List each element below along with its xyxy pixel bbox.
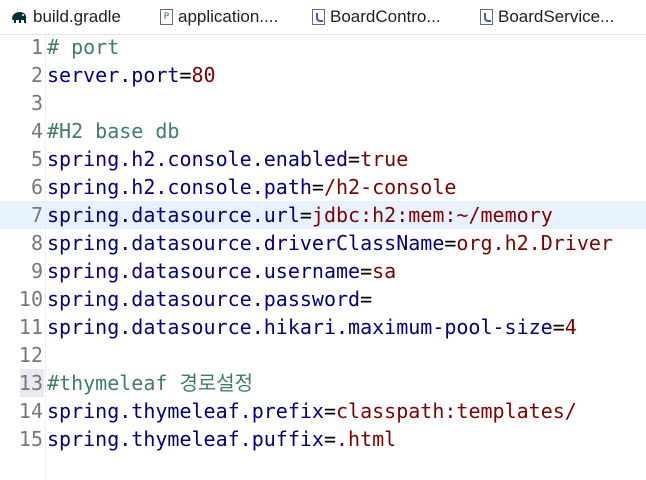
- line-number: 15: [18, 427, 43, 451]
- code-line[interactable]: 6 spring.h2.console.path=/h2-console: [0, 173, 646, 201]
- code-line[interactable]: 9 spring.datasource.username=sa: [0, 257, 646, 285]
- property-value: sa: [372, 259, 397, 283]
- comment-text: #H2 base db: [47, 119, 180, 143]
- property-value: 80: [191, 63, 216, 87]
- code-text: # port: [47, 33, 119, 61]
- line-number: 1: [30, 35, 43, 59]
- line-number: 14: [18, 399, 43, 423]
- code-text: spring.h2.console.enabled=true: [47, 145, 408, 173]
- code-line[interactable]: 8 spring.datasource.driverClassName=org.h…: [0, 229, 646, 257]
- property-value: true: [360, 147, 409, 171]
- property-key: server.port: [47, 63, 180, 87]
- code-line[interactable]: 11 spring.datasource.hikari.maximum-pool-…: [0, 313, 646, 341]
- code-text: #thymeleaf 경로설정: [47, 369, 253, 397]
- property-key: spring.datasource.hikari.maximum-pool-si…: [47, 315, 553, 339]
- line-number: 2: [30, 63, 43, 87]
- property-key: spring.h2.console.path: [47, 175, 312, 199]
- editor-tab-bar: build.gradle P application.... BoardCont…: [0, 0, 646, 35]
- code-line[interactable]: 4 #H2 base db: [0, 117, 646, 145]
- gutter-separator: [45, 35, 46, 480]
- code-text: #H2 base db: [47, 117, 179, 145]
- code-text: spring.datasource.password=: [47, 285, 372, 313]
- java-file-icon: [312, 9, 325, 25]
- code-line[interactable]: 5 spring.h2.console.enabled=true: [0, 145, 646, 173]
- tab-label: application....: [178, 7, 279, 26]
- line-number: 9: [30, 259, 43, 283]
- property-key: spring.datasource.url: [47, 203, 300, 227]
- property-key: spring.thymeleaf.puffix: [47, 427, 324, 451]
- code-text: spring.thymeleaf.prefix=classpath:templa…: [47, 397, 577, 425]
- property-key: spring.datasource.driverClassName: [47, 231, 445, 255]
- properties-file-icon: P: [160, 9, 173, 25]
- code-text: spring.thymeleaf.puffix=.html: [47, 425, 396, 453]
- equals-sign: =: [360, 287, 373, 311]
- code-line[interactable]: 13 #thymeleaf 경로설정: [0, 369, 646, 397]
- equals-sign: =: [444, 231, 457, 255]
- comment-text: # port: [47, 35, 120, 59]
- line-number: 7: [30, 203, 43, 227]
- tab-label: build.gradle: [33, 7, 121, 26]
- equals-sign: =: [311, 175, 324, 199]
- tab-build-gradle[interactable]: build.gradle: [10, 0, 121, 34]
- line-number: 10: [18, 287, 43, 311]
- code-line[interactable]: 12: [0, 341, 646, 369]
- code-line[interactable]: 2 server.port=80: [0, 61, 646, 89]
- java-file-icon: [480, 9, 493, 25]
- code-line[interactable]: 3: [0, 89, 646, 117]
- code-text: spring.datasource.hikari.maximum-pool-si…: [47, 313, 577, 341]
- line-number: 3: [30, 91, 43, 115]
- code-text: spring.datasource.driverClassName=org.h2…: [47, 229, 613, 257]
- equals-sign: =: [179, 63, 192, 87]
- code-text: spring.datasource.url=jdbc:h2:mem:~/memo…: [47, 201, 553, 229]
- code-line[interactable]: 14 spring.thymeleaf.prefix=classpath:temp…: [0, 397, 646, 425]
- equals-sign: =: [348, 147, 361, 171]
- equals-sign: =: [323, 399, 336, 423]
- tab-label: BoardService...: [498, 7, 615, 26]
- tab-application-properties[interactable]: P application....: [160, 0, 278, 34]
- tab-label: BoardContro...: [330, 7, 441, 26]
- line-number: 12: [18, 343, 43, 367]
- code-line[interactable]: 1 # port: [0, 33, 646, 61]
- line-number: 8: [30, 231, 43, 255]
- line-number: 13: [18, 371, 43, 395]
- property-key: spring.datasource.password: [47, 287, 361, 311]
- property-value: org.h2.Driver: [456, 231, 613, 255]
- gradle-elephant-icon: [12, 12, 26, 23]
- code-text: spring.h2.console.path=/h2-console: [47, 173, 456, 201]
- code-line[interactable]: 15 spring.thymeleaf.puffix=.html: [0, 425, 646, 453]
- property-value: 4: [564, 315, 577, 339]
- tab-board-controller[interactable]: BoardContro...: [312, 0, 441, 34]
- equals-sign: =: [323, 427, 336, 451]
- code-editor[interactable]: 1 # port 2 server.port=80 3 4 #H2 base db 5 spri…: [0, 35, 646, 480]
- property-value: /h2-console: [323, 175, 457, 199]
- comment-text: #thymeleaf 경로설정: [47, 371, 254, 395]
- line-number: 11: [18, 315, 43, 339]
- property-key: spring.h2.console.enabled: [47, 147, 349, 171]
- line-number: 6: [30, 175, 43, 199]
- equals-sign: =: [360, 259, 373, 283]
- tab-board-service[interactable]: BoardService...: [480, 0, 614, 34]
- equals-sign: =: [299, 203, 312, 227]
- equals-sign: =: [552, 315, 565, 339]
- code-line[interactable]: 10 spring.datasource.password=: [0, 285, 646, 313]
- property-value: classpath:templates/: [336, 399, 577, 423]
- code-line[interactable]: 7 spring.datasource.url=jdbc:h2:mem:~/mem…: [0, 201, 646, 229]
- property-key: spring.datasource.username: [47, 259, 361, 283]
- property-value: .html: [336, 427, 397, 451]
- property-key: spring.thymeleaf.prefix: [47, 399, 324, 423]
- property-value: jdbc:h2:mem:~/memory: [311, 203, 553, 227]
- code-text: server.port=80: [47, 61, 216, 89]
- line-number: 5: [30, 147, 43, 171]
- line-number: 4: [30, 119, 43, 143]
- code-text: spring.datasource.username=sa: [47, 257, 396, 285]
